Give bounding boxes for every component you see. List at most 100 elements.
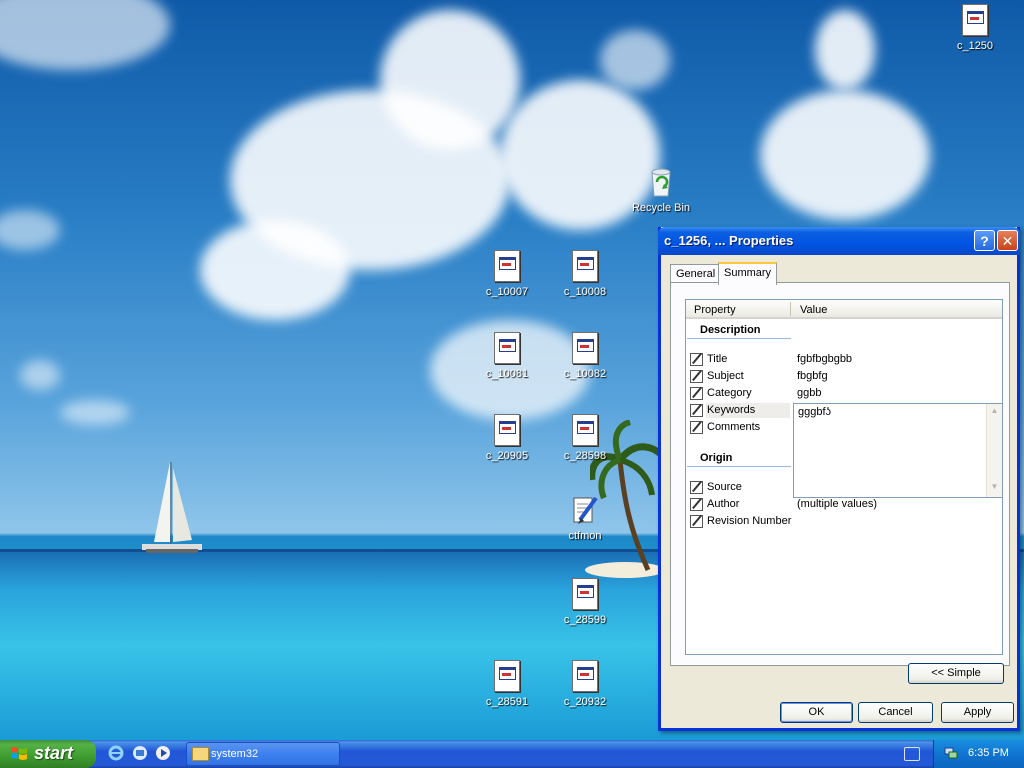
simple-button[interactable]: << Simple <box>908 663 1004 684</box>
scroll-up-arrow-icon[interactable]: ▲ <box>989 406 1000 419</box>
desktop-icon-c-20932[interactable]: c_20932 <box>550 660 620 708</box>
question-mark-icon: ? <box>980 233 989 249</box>
desktop-icon-c-28591[interactable]: c_28591 <box>472 660 542 708</box>
section-divider <box>687 466 791 467</box>
document-icon <box>572 250 598 282</box>
desktop-icon-recycle-bin[interactable]: Recycle Bin <box>626 166 696 214</box>
value-author[interactable]: (multiple values) <box>797 498 877 510</box>
close-icon: ✕ <box>1001 233 1014 249</box>
column-header-property[interactable]: Property <box>694 304 736 316</box>
property-subject[interactable]: Subject <box>707 370 797 382</box>
system-tray: 6:35 PM <box>933 740 1024 768</box>
ctfmon-icon <box>573 496 598 524</box>
properties-dialog: c_1256, ... Properties ? ✕ General Summa… <box>658 227 1020 731</box>
document-icon <box>494 250 520 282</box>
sailboat <box>142 462 202 553</box>
outlook-express-icon[interactable] <box>132 745 148 761</box>
property-edit-icon <box>690 481 703 494</box>
desktop-icon-label: c_20905 <box>485 450 529 462</box>
desktop-icon-label: c_10081 <box>485 368 529 380</box>
property-keywords[interactable]: Keywords <box>707 404 797 416</box>
tab-summary[interactable]: Summary <box>718 262 778 285</box>
summary-tab-panel: Property Value Description Title fgbfbgb… <box>670 282 1010 684</box>
value-title[interactable]: fgbfbgbgbb <box>797 353 852 365</box>
tab-general[interactable]: General <box>670 264 722 283</box>
property-edit-icon <box>690 353 703 366</box>
value-category[interactable]: ggbb <box>797 387 821 399</box>
close-button[interactable]: ✕ <box>997 230 1018 251</box>
keyboard-icon[interactable] <box>904 747 920 761</box>
help-button[interactable]: ? <box>974 230 995 251</box>
property-comments[interactable]: Comments <box>707 421 797 433</box>
scroll-down-arrow-icon[interactable]: ▼ <box>989 482 1000 495</box>
property-revision-number[interactable]: Revision Number <box>707 515 797 527</box>
property-edit-icon <box>690 404 703 417</box>
taskbar: start system32 6:35 PM <box>0 740 1024 768</box>
cloud <box>200 220 350 320</box>
cloud <box>380 10 520 150</box>
property-source[interactable]: Source <box>707 481 797 493</box>
start-button[interactable]: start <box>0 740 96 768</box>
desktop-icon-c-1250[interactable]: c_1250 <box>940 4 1010 52</box>
cloud <box>20 360 60 390</box>
property-edit-icon <box>690 498 703 511</box>
property-title[interactable]: Title <box>707 353 797 365</box>
desktop-icon-c-10082[interactable]: c_10082 <box>550 332 620 380</box>
cloud <box>760 90 930 220</box>
document-icon <box>572 332 598 364</box>
cloud <box>0 210 60 250</box>
network-icon[interactable] <box>944 747 958 760</box>
property-edit-icon <box>690 421 703 434</box>
cancel-button[interactable]: Cancel <box>858 702 933 723</box>
desktop-icon-label: c_28591 <box>485 696 529 708</box>
property-author[interactable]: Author <box>707 498 797 510</box>
property-edit-icon <box>690 370 703 383</box>
section-description: Description <box>700 324 761 336</box>
keywords-scrollbar[interactable]: ▲ ▼ <box>986 404 1002 497</box>
section-origin: Origin <box>700 452 733 464</box>
property-edit-icon <box>690 515 703 528</box>
keywords-value: gggbfʖ <box>798 406 832 418</box>
cloud <box>60 400 130 425</box>
desktop-icon-c-10081[interactable]: c_10081 <box>472 332 542 380</box>
document-icon <box>572 414 598 446</box>
property-category[interactable]: Category <box>707 387 797 399</box>
desktop-icon-c-10007[interactable]: c_10007 <box>472 250 542 298</box>
desktop-icon-c-28598[interactable]: c_28598 <box>550 414 620 462</box>
cloud <box>815 10 875 90</box>
desktop-icon-label: c_10082 <box>563 368 607 380</box>
desktop-icon-label: Recycle Bin <box>631 202 691 214</box>
value-subject[interactable]: fbgbfg <box>797 370 828 382</box>
start-label: start <box>34 743 74 763</box>
desktop-icon-c-28599[interactable]: c_28599 <box>550 578 620 626</box>
cloud <box>0 0 170 70</box>
desktop-icon-c-20905[interactable]: c_20905 <box>472 414 542 462</box>
desktop-icon-label: c_1250 <box>956 40 994 52</box>
folder-icon <box>192 747 209 761</box>
desktop-icon-ctfmon[interactable]: ctfmon <box>550 494 620 542</box>
media-player-icon[interactable] <box>155 745 171 761</box>
desktop-icon-label: c_20932 <box>563 696 607 708</box>
internet-explorer-icon[interactable] <box>108 745 124 761</box>
apply-button[interactable]: Apply <box>941 702 1014 723</box>
property-edit-icon <box>690 387 703 400</box>
desktop-icon-label: c_28598 <box>563 450 607 462</box>
cloud <box>600 30 670 90</box>
document-icon <box>962 4 988 36</box>
document-icon <box>572 578 598 610</box>
windows-logo-icon <box>11 747 27 760</box>
taskbar-button-system32[interactable]: system32 <box>186 742 340 766</box>
section-divider <box>687 338 791 339</box>
keywords-edit-box[interactable]: gggbfʖ ▲ ▼ <box>793 403 1003 498</box>
ok-button[interactable]: OK <box>780 702 853 723</box>
document-icon <box>572 660 598 692</box>
clock[interactable]: 6:35 PM <box>968 747 1009 759</box>
dialog-title: c_1256, ... Properties <box>664 233 794 248</box>
desktop-icon-label: ctfmon <box>568 530 602 542</box>
column-divider[interactable] <box>790 302 791 316</box>
document-icon <box>494 660 520 692</box>
desktop-icon-c-10008[interactable]: c_10008 <box>550 250 620 298</box>
column-header-value[interactable]: Value <box>800 304 827 316</box>
dialog-title-bar[interactable]: c_1256, ... Properties ? ✕ <box>658 227 1020 255</box>
taskbar-button-label: system32 <box>211 748 259 760</box>
